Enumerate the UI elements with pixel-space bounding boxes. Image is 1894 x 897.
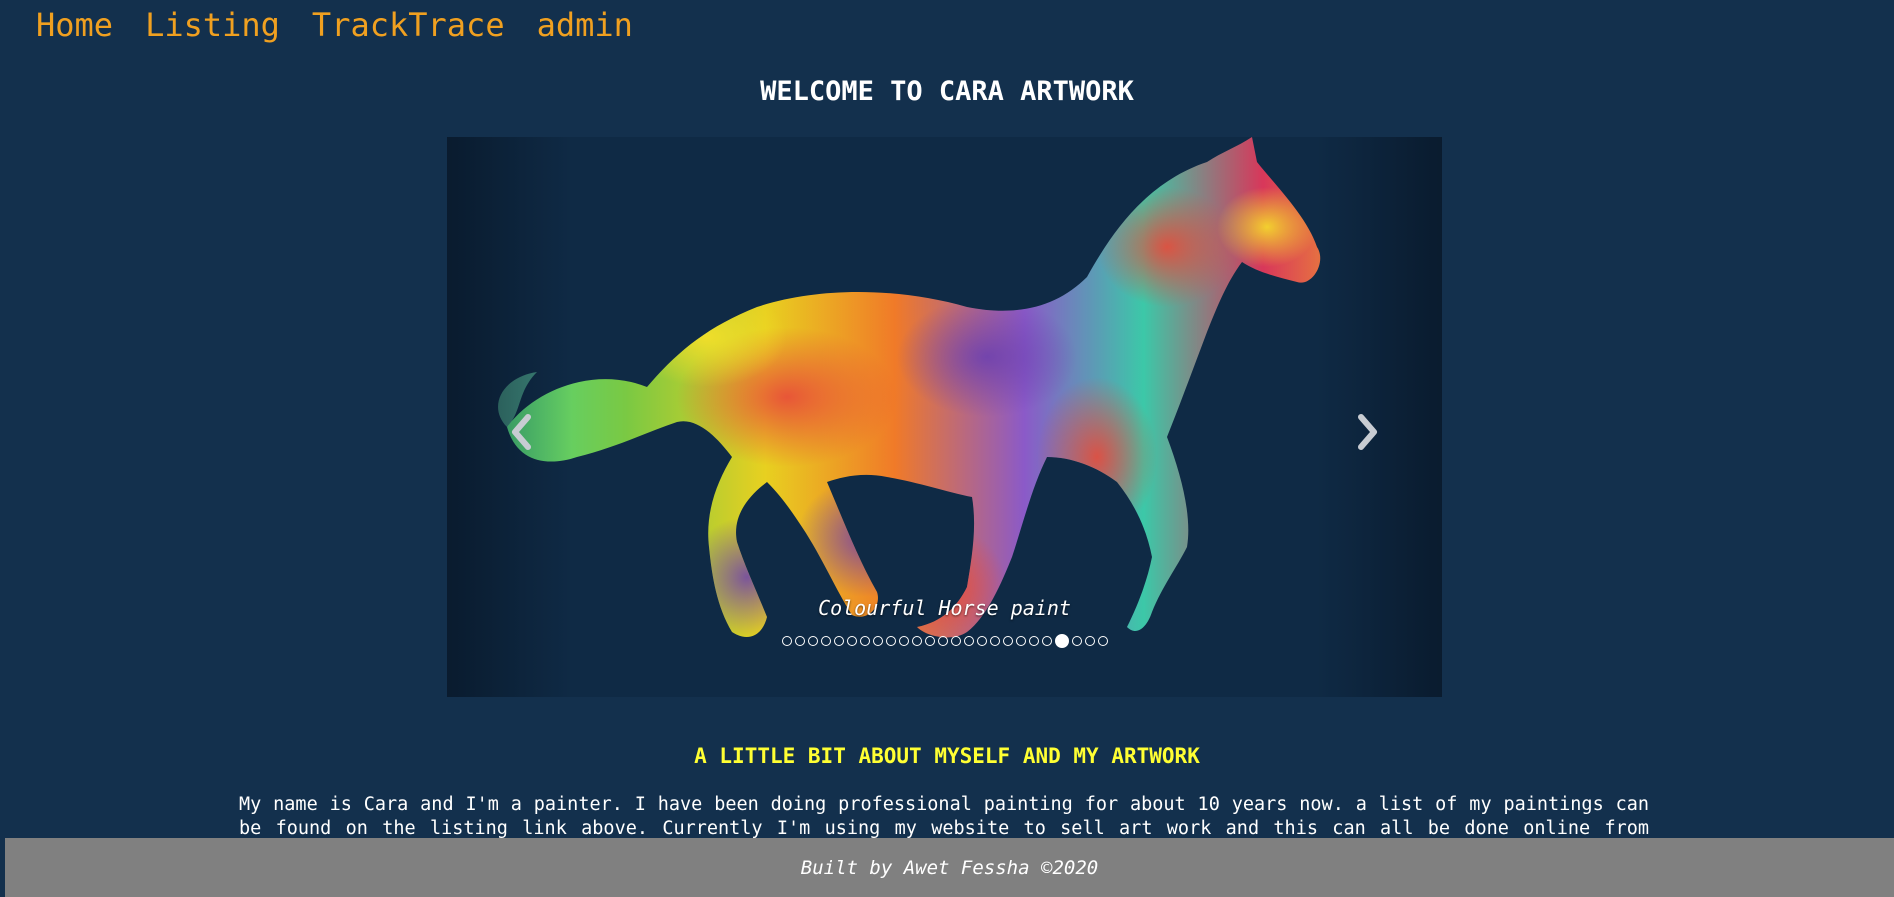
carousel-indicator[interactable] xyxy=(1071,636,1082,646)
footer: Built by Awet Fessha ©2020 xyxy=(5,838,1894,897)
carousel-indicator[interactable] xyxy=(976,636,987,646)
carousel-prev-button[interactable] xyxy=(502,407,542,457)
nav-link-home[interactable]: Home xyxy=(36,2,113,48)
top-nav: Home Listing TrackTrace admin xyxy=(36,2,633,48)
chevron-left-icon xyxy=(512,414,531,450)
carousel-indicator[interactable] xyxy=(807,636,818,646)
carousel-indicator[interactable] xyxy=(1028,636,1039,646)
nav-link-listing[interactable]: Listing xyxy=(145,2,280,48)
carousel-indicator[interactable] xyxy=(898,636,909,646)
carousel-indicator[interactable] xyxy=(963,636,974,646)
nav-link-tracktrace[interactable]: TrackTrace xyxy=(312,2,505,48)
carousel-indicator[interactable] xyxy=(794,636,805,646)
carousel-indicator[interactable] xyxy=(885,636,896,646)
carousel-indicator[interactable] xyxy=(781,636,792,646)
carousel-indicator[interactable] xyxy=(833,636,844,646)
carousel-caption: Colourful Horse paint xyxy=(818,596,1071,620)
carousel-indicator[interactable] xyxy=(937,636,948,646)
about-heading: A LITTLE BIT ABOUT MYSELF AND MY ARTWORK xyxy=(694,744,1200,768)
footer-text: Built by Awet Fessha ©2020 xyxy=(800,856,1099,879)
carousel-indicator[interactable] xyxy=(989,636,1000,646)
carousel-indicator[interactable] xyxy=(1054,634,1069,648)
nav-link-admin[interactable]: admin xyxy=(537,2,633,48)
carousel-next-button[interactable] xyxy=(1347,407,1387,457)
carousel-indicator[interactable] xyxy=(872,636,883,646)
carousel-indicator[interactable] xyxy=(1097,636,1108,646)
page-title: WELCOME TO CARA ARTWORK xyxy=(760,76,1134,107)
carousel-indicators xyxy=(447,634,1442,648)
image-carousel[interactable]: Colourful Horse paint xyxy=(447,137,1442,697)
carousel-indicator[interactable] xyxy=(859,636,870,646)
carousel-indicator[interactable] xyxy=(911,636,922,646)
carousel-indicator[interactable] xyxy=(1084,636,1095,646)
carousel-indicator[interactable] xyxy=(1015,636,1026,646)
carousel-indicator[interactable] xyxy=(846,636,857,646)
carousel-indicator[interactable] xyxy=(1041,636,1052,646)
carousel-indicator[interactable] xyxy=(950,636,961,646)
carousel-indicator[interactable] xyxy=(820,636,831,646)
chevron-right-icon xyxy=(1358,414,1377,450)
carousel-indicator[interactable] xyxy=(1002,636,1013,646)
carousel-indicator[interactable] xyxy=(924,636,935,646)
